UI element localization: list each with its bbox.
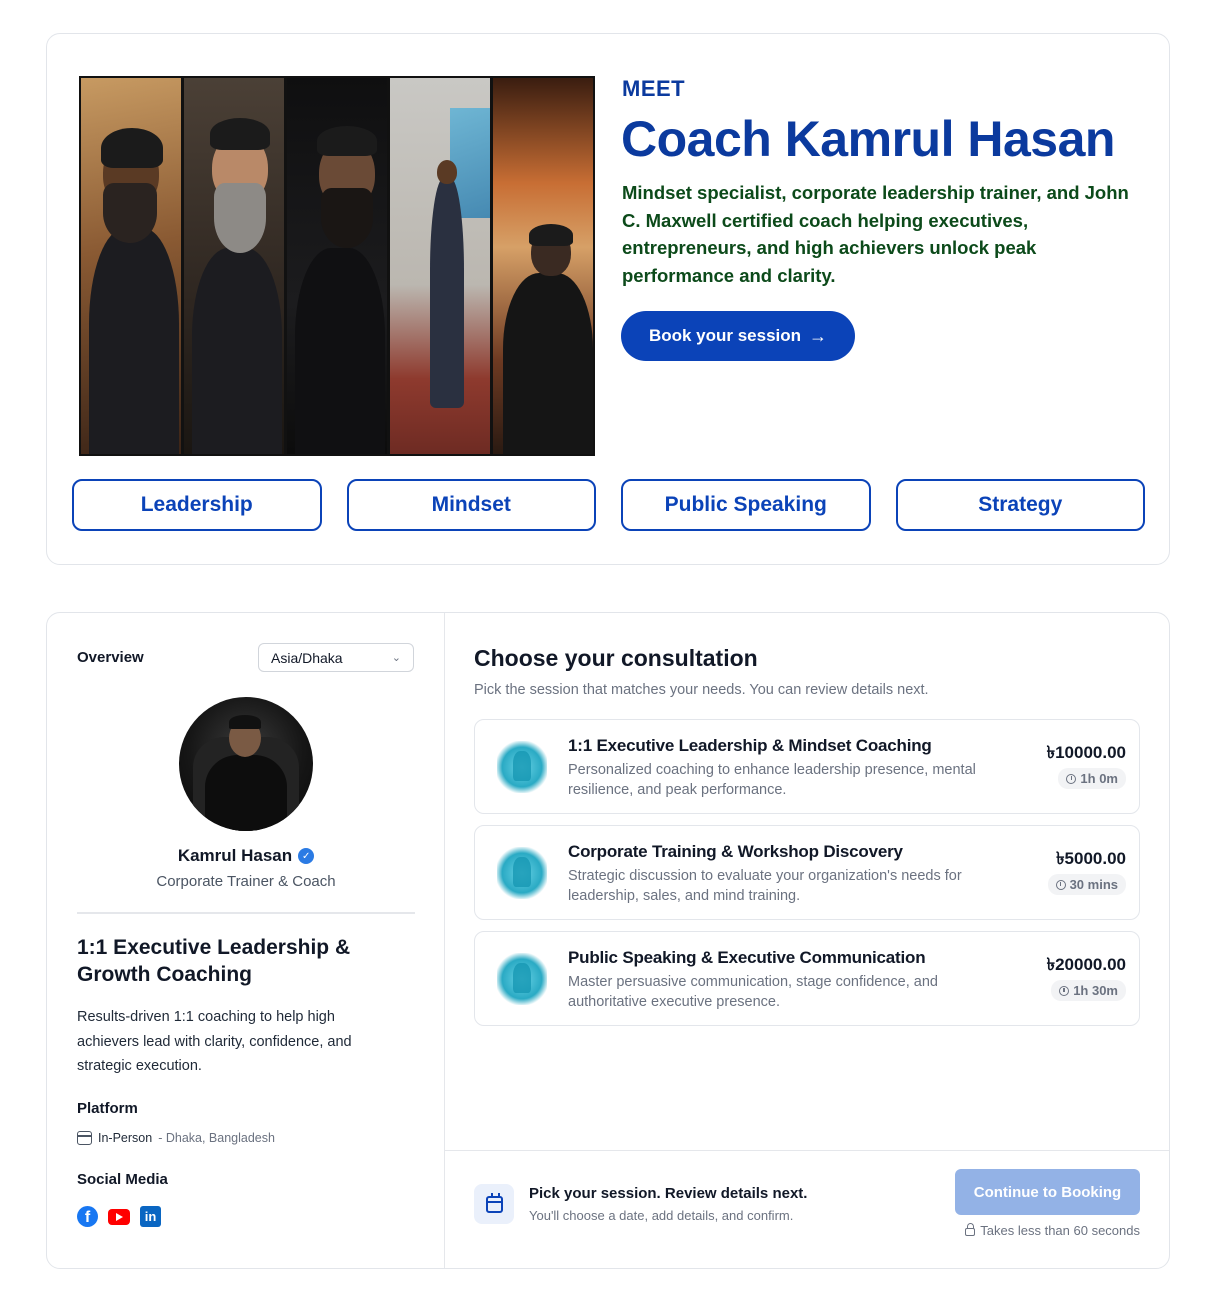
expertise-tags: Leadership Mindset Public Speaking Strat… [72, 479, 1145, 531]
clock-icon [1059, 985, 1070, 996]
session-option-executive-leadership[interactable]: 1:1 Executive Leadership & Mindset Coach… [474, 719, 1140, 814]
lock-icon [965, 1223, 976, 1236]
session-title: Corporate Training & Workshop Discovery [568, 842, 903, 861]
timezone-select[interactable]: Asia/Dhaka ⌄ [258, 643, 414, 672]
session-duration-badge: 1h 0m [1058, 768, 1126, 789]
coach-name: Kamrul Hasan [177, 846, 293, 865]
booking-time-text: Takes less than 60 seconds [980, 1223, 1140, 1238]
session-duration-badge: 1h 30m [1051, 980, 1126, 1001]
collage-photo-2 [184, 78, 284, 454]
book-session-label: Book your session [648, 326, 802, 345]
verified-badge-icon: ✓ [298, 848, 315, 864]
arrow-right-icon: → [809, 325, 828, 346]
continue-to-booking-button[interactable]: Continue to Booking [955, 1169, 1140, 1215]
consultation-heading: Choose your consultation [474, 645, 758, 671]
collage-photo-3 [287, 78, 387, 454]
footer-subtitle: You'll choose a date, add details, and c… [529, 1208, 794, 1223]
session-price: ৳10000.00 [1046, 743, 1126, 762]
consultation-subheading: Pick the session that matches your needs… [474, 682, 929, 698]
coach-name-row: Kamrul Hasan ✓ [47, 846, 445, 866]
consultation-panel: Choose your consultation Pick the sessio… [445, 613, 1169, 1268]
tag-public-speaking[interactable]: Public Speaking [621, 479, 871, 531]
tag-strategy[interactable]: Strategy [895, 479, 1145, 531]
team-illustration-icon [497, 847, 547, 899]
platform-location: - Dhaka, Bangladesh [158, 1131, 275, 1145]
sidebar-divider [77, 912, 415, 914]
in-person-icon [77, 1131, 92, 1145]
session-description: Strategic discussion to evaluate your or… [568, 868, 962, 904]
linkedin-icon[interactable]: in [140, 1206, 161, 1227]
session-title: 1:1 Executive Leadership & Mindset Coach… [568, 736, 932, 755]
footer-title: Pick your session. Review details next. [529, 1185, 808, 1202]
session-duration: 1h 30m [1073, 983, 1118, 998]
overview-sidebar: Overview Asia/Dhaka ⌄ Kamrul Hasan ✓ Cor… [47, 613, 445, 1268]
coach-hero-card: MEET Coach Kamrul Hasan Mindset speciali… [46, 33, 1170, 565]
coach-avatar [179, 697, 313, 831]
calendar-icon [474, 1184, 514, 1224]
session-description: Master persuasive communication, stage c… [568, 974, 938, 1010]
timezone-value: Asia/Dhaka [271, 649, 343, 666]
session-price: ৳5000.00 [1056, 849, 1126, 868]
social-links: f in [77, 1206, 161, 1227]
coach-photo-collage [79, 76, 595, 456]
session-list: 1:1 Executive Leadership & Mindset Coach… [474, 719, 1140, 1037]
session-duration: 30 mins [1069, 877, 1118, 892]
speaker-illustration-icon [497, 953, 547, 1005]
hero-title: Coach Kamrul Hasan [621, 111, 1115, 167]
platform-info: In-Person - Dhaka, Bangladesh [77, 1131, 275, 1145]
session-option-public-speaking[interactable]: Public Speaking & Executive Communicatio… [474, 931, 1140, 1026]
session-description: Personalized coaching to enhance leaders… [568, 762, 976, 798]
booking-card: Overview Asia/Dhaka ⌄ Kamrul Hasan ✓ Cor… [46, 612, 1170, 1269]
session-price: ৳20000.00 [1046, 955, 1126, 974]
tag-mindset[interactable]: Mindset [346, 479, 596, 531]
booking-time-note: Takes less than 60 seconds [965, 1223, 1140, 1238]
social-heading: Social Media [77, 1171, 168, 1188]
overview-label: Overview [77, 649, 144, 666]
program-title: 1:1 Executive Leadership & Growth Coachi… [77, 936, 351, 986]
program-description: Results-driven 1:1 coaching to help high… [77, 1009, 352, 1074]
session-duration: 1h 0m [1080, 771, 1118, 786]
session-option-corporate-training[interactable]: Corporate Training & Workshop Discovery … [474, 825, 1140, 920]
tag-leadership[interactable]: Leadership [72, 479, 322, 531]
hero-eyebrow: MEET [622, 76, 686, 101]
clock-icon [1055, 879, 1066, 890]
hero-tagline: Mindset specialist, corporate leadership… [622, 182, 1129, 286]
collage-photo-1 [81, 78, 181, 454]
book-session-button[interactable]: Book your session → [621, 311, 855, 361]
session-duration-badge: 30 mins [1047, 874, 1126, 895]
leadership-illustration-icon [497, 741, 547, 793]
collage-photo-4 [390, 78, 490, 454]
platform-heading: Platform [77, 1100, 138, 1117]
platform-type: In-Person [98, 1131, 153, 1145]
session-title: Public Speaking & Executive Communicatio… [568, 948, 926, 967]
coach-role: Corporate Trainer & Coach [156, 873, 336, 890]
chevron-down-icon: ⌄ [391, 652, 401, 664]
collage-photo-5 [493, 78, 593, 454]
youtube-icon[interactable] [108, 1208, 130, 1225]
booking-footer: Pick your session. Review details next. … [445, 1150, 1169, 1268]
facebook-icon[interactable]: f [77, 1206, 98, 1227]
clock-icon [1066, 773, 1077, 784]
